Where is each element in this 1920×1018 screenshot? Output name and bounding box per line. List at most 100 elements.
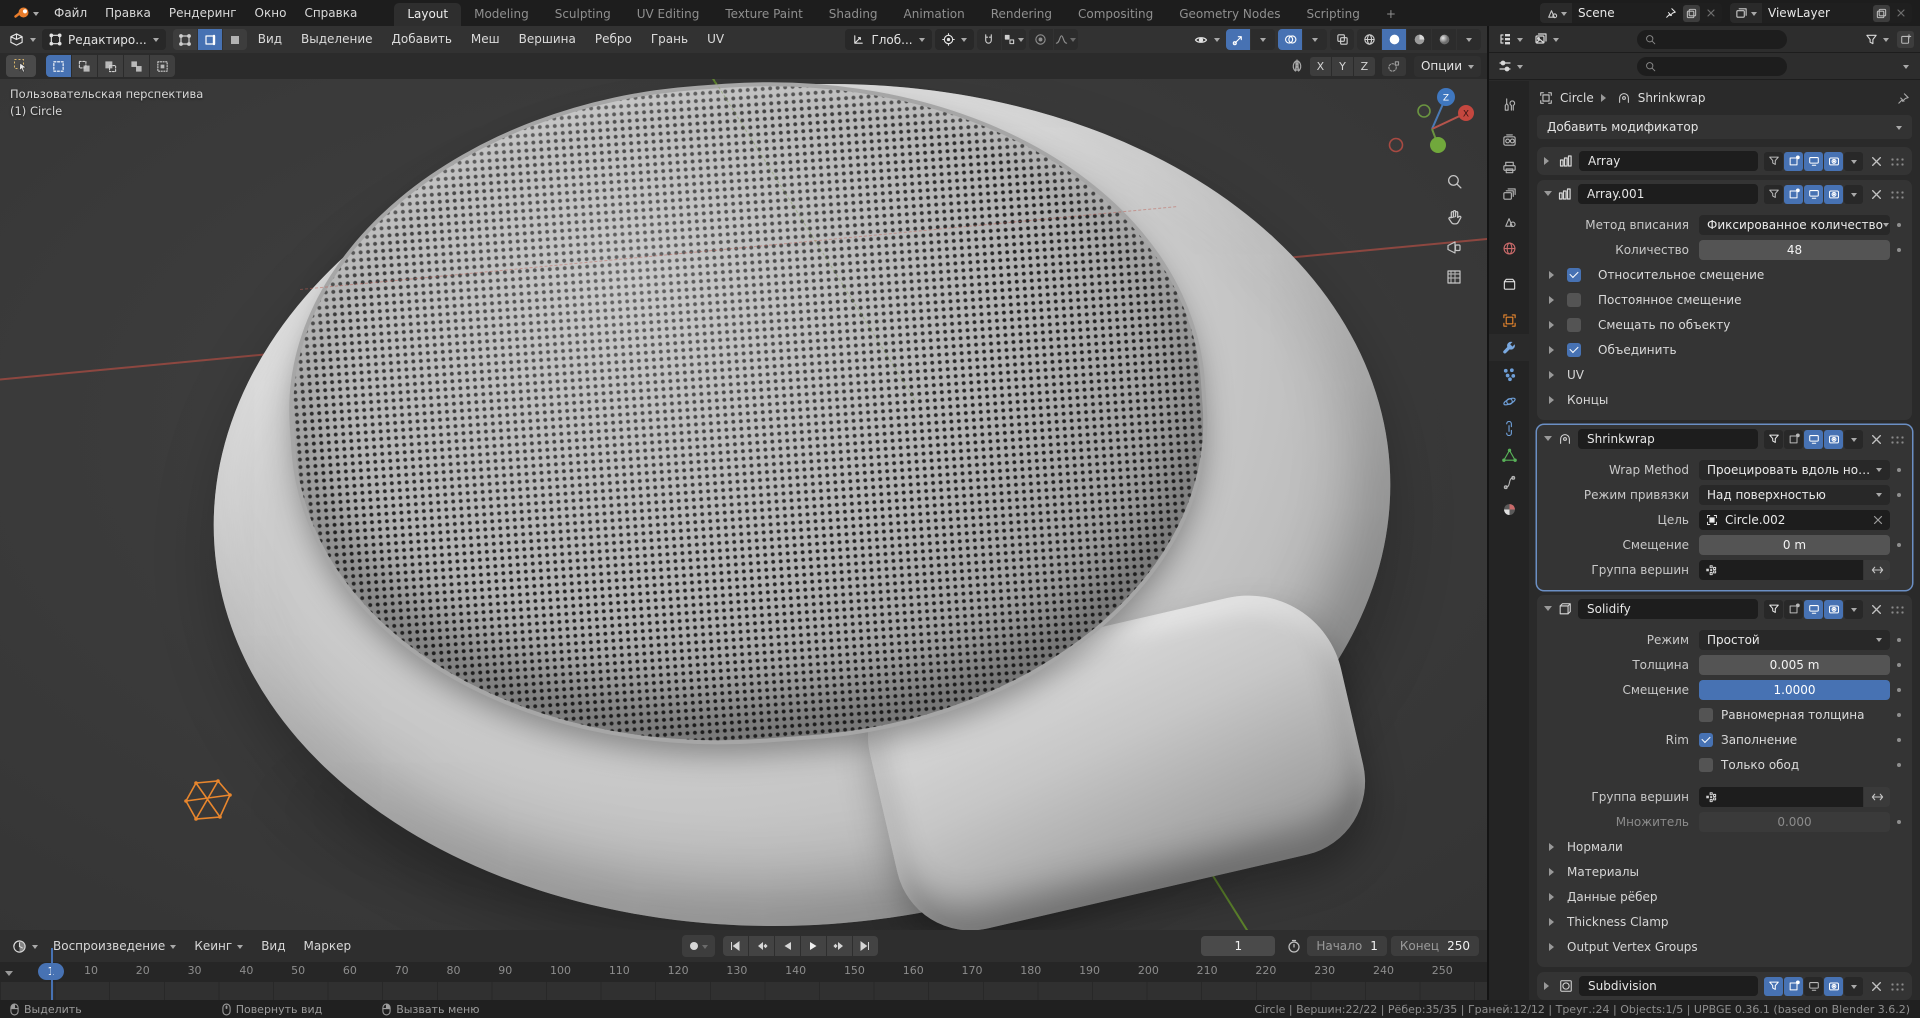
collapse-icon[interactable] [1544, 436, 1552, 445]
tab-sculpting[interactable]: Sculpting [542, 3, 624, 26]
menu-window[interactable]: Окно [246, 0, 296, 26]
merge-panel[interactable]: Объединить [1537, 337, 1907, 362]
remove-viewlayer-icon[interactable] [1896, 8, 1906, 18]
menu-mesh[interactable]: Меш [463, 26, 508, 53]
gizmos-toggle[interactable] [1226, 29, 1250, 50]
move-view-button[interactable] [1446, 209, 1463, 226]
overlays-toggle[interactable] [1278, 29, 1302, 50]
modifier-name-field[interactable]: Array [1579, 151, 1758, 171]
edit-mode-toggle[interactable] [1784, 977, 1803, 996]
tab-scene[interactable] [1489, 208, 1529, 235]
shading-options[interactable] [1457, 29, 1481, 50]
tab-output[interactable] [1489, 154, 1529, 181]
tab-modifiers[interactable] [1489, 334, 1529, 361]
thickness-clamp-panel[interactable]: Thickness Clamp [1537, 909, 1907, 934]
edit-mode-toggle[interactable] [1784, 152, 1803, 171]
gizmo-y-neg-ball[interactable] [1418, 105, 1430, 117]
jump-to-start-button[interactable] [723, 936, 748, 956]
tab-render[interactable] [1489, 127, 1529, 154]
tab-layout[interactable]: Layout [394, 3, 461, 26]
new-collection-button[interactable] [1897, 31, 1914, 48]
modifier-extras-button[interactable] [1844, 185, 1863, 204]
normals-panel[interactable]: Нормали [1537, 834, 1907, 859]
animate-dot[interactable] [1897, 763, 1901, 767]
solidify-mode-select[interactable]: Простой [1699, 630, 1890, 650]
on-cage-toggle[interactable] [1764, 600, 1783, 619]
on-cage-toggle[interactable] [1764, 977, 1783, 996]
gizmo-x-neg-ball[interactable] [1390, 139, 1403, 152]
edge-select-button[interactable] [198, 29, 222, 50]
menu-render[interactable]: Рендеринг [160, 0, 246, 26]
animate-dot[interactable] [1897, 468, 1901, 472]
realtime-toggle[interactable] [1804, 430, 1823, 449]
animate-dot[interactable] [1897, 493, 1901, 497]
fit-type-select[interactable]: Фиксированное количество [1699, 215, 1890, 235]
materials-panel[interactable]: Материалы [1537, 859, 1907, 884]
tab-shading[interactable]: Shading [816, 3, 891, 26]
keying-menu[interactable]: Кеинг [187, 935, 250, 957]
uv-panel[interactable]: UV [1537, 362, 1907, 387]
on-cage-toggle[interactable] [1764, 185, 1783, 204]
select-subtract-button[interactable] [98, 55, 123, 77]
marker-menu[interactable]: Маркер [297, 935, 359, 957]
constant-offset-panel[interactable]: Постоянное смещение [1537, 287, 1907, 312]
checkbox[interactable] [1567, 268, 1581, 282]
outliner-filter-button[interactable] [1862, 28, 1892, 50]
tool-options-dropdown[interactable]: Опции [1414, 56, 1481, 77]
render-toggle[interactable] [1824, 600, 1843, 619]
tab-scripting[interactable]: Scripting [1293, 3, 1372, 26]
delete-modifier-button[interactable] [1869, 434, 1884, 445]
menu-face[interactable]: Грань [643, 26, 696, 53]
breadcrumb-object[interactable]: Circle [1560, 91, 1594, 105]
gizmo-y-ball[interactable] [1430, 137, 1446, 153]
realtime-toggle[interactable] [1804, 600, 1823, 619]
channel-expand-icon[interactable] [5, 971, 13, 980]
menu-vertex[interactable]: Вершина [511, 26, 584, 53]
vertex-group-field[interactable] [1699, 560, 1863, 580]
menu-edge[interactable]: Ребро [587, 26, 640, 53]
drag-handle[interactable] [1890, 157, 1905, 166]
checkbox[interactable] [1567, 318, 1581, 332]
modifier-name-field[interactable]: Solidify [1578, 599, 1758, 619]
timeline-track[interactable] [0, 982, 1487, 1000]
new-viewlayer-button[interactable] [1873, 5, 1890, 22]
edit-mode-toggle[interactable] [1784, 185, 1803, 204]
factor-field[interactable]: 0.000 [1699, 812, 1890, 832]
relative-offset-panel[interactable]: Относительное смещение [1537, 262, 1907, 287]
menu-help[interactable]: Справка [295, 0, 366, 26]
select-set-button[interactable] [46, 55, 71, 77]
gizmos-options[interactable] [1251, 29, 1275, 50]
tab-particles[interactable] [1489, 361, 1529, 388]
tab-modeling[interactable]: Modeling [461, 3, 542, 26]
xray-toggle[interactable] [1330, 29, 1354, 50]
timeline-ruler[interactable]: 1020304050607080901001101201301401501601… [0, 962, 1487, 982]
checkbox[interactable] [1699, 733, 1713, 747]
viewport-canvas[interactable]: Пользовательская перспектива (1) Circle … [0, 79, 1487, 930]
tab-material[interactable] [1489, 496, 1529, 523]
select-intersect-button[interactable] [150, 55, 175, 77]
face-select-button[interactable] [223, 29, 247, 50]
menu-uv[interactable]: UV [699, 26, 732, 53]
tab-curves[interactable] [1489, 469, 1529, 496]
realtime-toggle[interactable] [1804, 185, 1823, 204]
jump-to-end-button[interactable] [853, 936, 878, 956]
menu-add[interactable]: Добавить [384, 26, 460, 53]
frame-end-field[interactable]: Конец250 [1391, 936, 1479, 956]
tab-object-data[interactable] [1489, 442, 1529, 469]
navigation-gizmo[interactable]: Z X [1388, 83, 1480, 175]
tab-rendering[interactable]: Rendering [978, 3, 1065, 26]
shading-solid-button[interactable] [1382, 29, 1406, 50]
tab-animation[interactable]: Animation [891, 3, 978, 26]
collapse-icon[interactable] [1544, 191, 1552, 200]
viewlayer-name-field[interactable]: ViewLayer [1762, 3, 1912, 23]
tab-object[interactable] [1489, 307, 1529, 334]
animate-dot[interactable] [1897, 713, 1901, 717]
tab-collection[interactable] [1489, 271, 1529, 298]
checkbox[interactable] [1699, 708, 1713, 722]
checkbox[interactable] [1567, 343, 1581, 357]
invert-vertex-group-button[interactable] [1864, 787, 1890, 807]
prev-keyframe-button[interactable] [749, 936, 774, 956]
animate-dot[interactable] [1897, 688, 1901, 692]
tab-world[interactable] [1489, 235, 1529, 262]
next-keyframe-button[interactable] [827, 936, 852, 956]
